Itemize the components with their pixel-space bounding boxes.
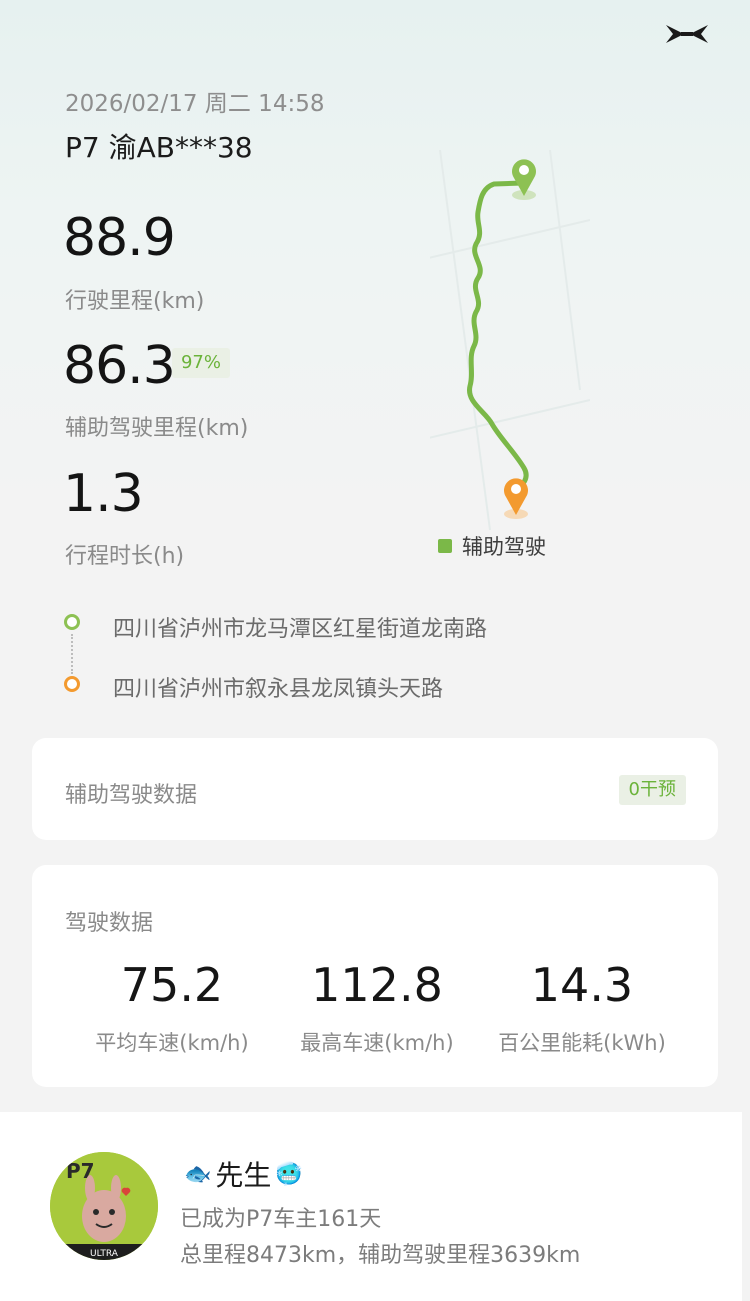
avatar-band-text: ULTRA [90,1249,119,1259]
energy-label: 百公里能耗(kWh) [498,1031,666,1055]
map-legend: 辅助驾驶 [438,531,546,561]
avatar-art: P7 ULTRA [50,1152,158,1260]
drive-data-card: 驾驶数据 75.2 平均车速(km/h) 112.8 最高车速(km/h) 14… [32,865,718,1087]
username[interactable]: 🐟 先生 🥶 [180,1154,307,1194]
xpeng-logo-icon[interactable] [664,22,710,46]
duration-value: 1.3 [63,464,144,524]
assist-distance-value: 86.3 [63,336,176,396]
assist-card-title: 辅助驾驶数据 [65,783,198,808]
start-address: 四川省泸州市龙马潭区红星街道龙南路 [113,617,488,642]
ownership-days: 已成为P7车主161天 [180,1207,382,1232]
avg-speed-label: 平均车速(km/h) [95,1031,249,1055]
start-pin-icon [512,159,536,200]
fish-emoji-icon: 🐟 [184,1161,212,1187]
total-mileage: 总里程8473km，辅助驾驶里程3639km [180,1243,581,1268]
start-point-icon [64,614,80,630]
map-background-roads [430,150,590,530]
vehicle-plate: P7 渝AB***38 [65,131,253,164]
username-text: 先生 [215,1159,272,1192]
avg-speed-value: 75.2 [120,958,224,1012]
energy-value: 14.3 [530,958,634,1012]
max-speed-label: 最高车速(km/h) [300,1031,454,1055]
drive-card-title: 驾驶数据 [65,911,154,936]
legend-label: 辅助驾驶 [462,535,546,559]
cold-face-emoji-icon: 🥶 [275,1161,303,1187]
distance-value: 88.9 [63,208,176,268]
avg-speed-metric: 75.2 平均车速(km/h) [72,957,272,1057]
max-speed-metric: 112.8 最高车速(km/h) [277,957,477,1057]
avatar[interactable]: P7 ULTRA [50,1152,158,1260]
trip-datetime: 2026/02/17 周二 14:58 [65,91,325,117]
legend-swatch [438,539,452,553]
energy-metric: 14.3 百公里能耗(kWh) [482,957,682,1057]
assist-distance-label: 辅助驾驶里程(km) [65,416,249,441]
end-pin-icon [504,478,528,519]
max-speed-value: 112.8 [311,958,443,1012]
route-connector [71,634,75,674]
route-map[interactable] [430,150,590,530]
distance-label: 行驶里程(km) [65,289,205,314]
assist-percent-badge: 97% [172,348,230,378]
assist-data-card[interactable]: 辅助驾驶数据 0干预 [32,738,718,840]
intervention-badge: 0干预 [618,775,686,805]
end-point-icon [64,676,80,692]
user-profile-section: P7 ULTRA 🐟 先生 🥶 已成为P7车主161天 总里程8473km，辅助… [0,1112,742,1301]
end-address: 四川省泸州市叙永县龙凤镇头天路 [113,677,444,702]
duration-label: 行程时长(h) [65,544,185,569]
